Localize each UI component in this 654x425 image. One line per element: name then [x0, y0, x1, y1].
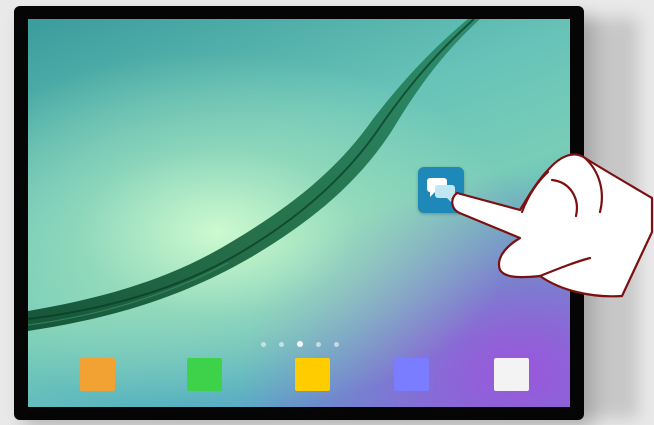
pointing-hand-icon [451, 153, 654, 298]
